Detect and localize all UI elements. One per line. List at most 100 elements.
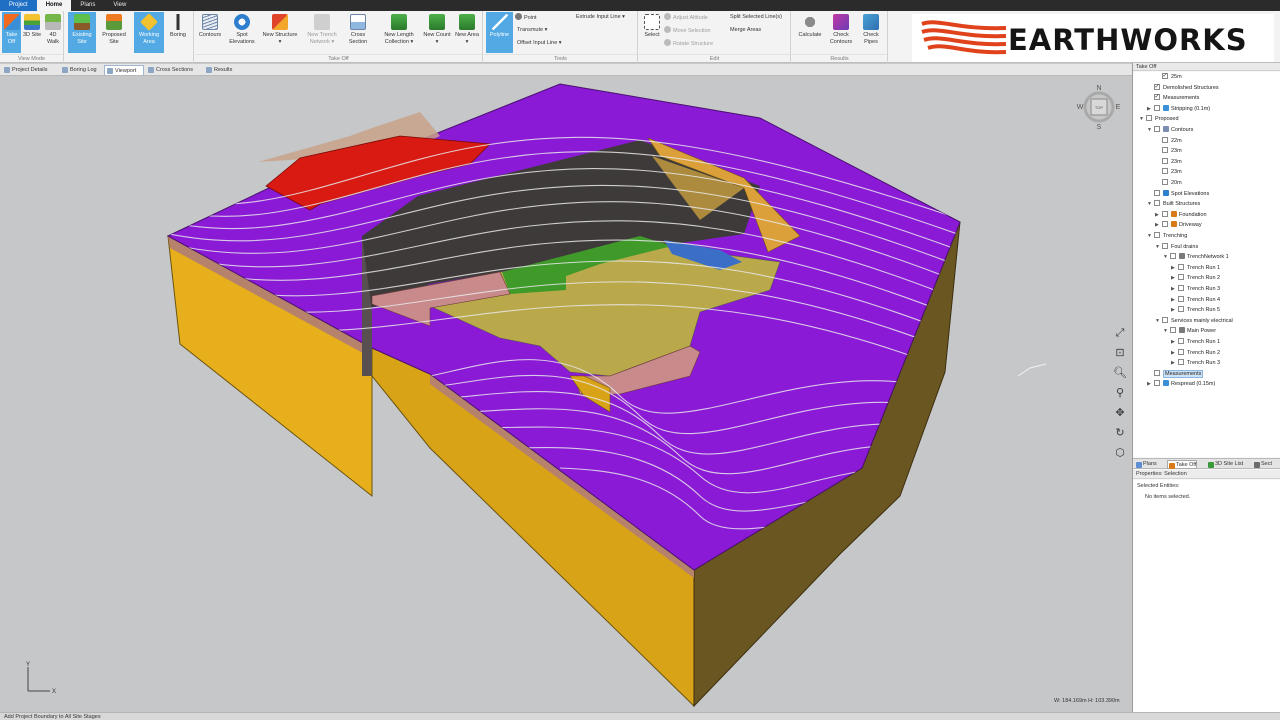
new-length-collection-button[interactable]: New Length Collection ▾ (380, 12, 418, 53)
tree-item-checkbox[interactable] (1178, 348, 1184, 355)
tree-item[interactable]: ▶ Trench Run 1 (1171, 337, 1220, 348)
adjust-altitude-button[interactable]: Adjust Altitude (664, 13, 708, 22)
proposed-site-button[interactable]: Proposed Site (98, 12, 130, 53)
polyline-button[interactable]: Polyline (486, 12, 513, 53)
boring-button[interactable]: Boring (165, 12, 191, 53)
menu-tab-home[interactable]: Home (36, 0, 72, 11)
tree-item[interactable]: 20m (1155, 178, 1182, 189)
tab-viewport[interactable]: Viewport (104, 65, 144, 75)
tree-item-checkbox[interactable] (1178, 306, 1184, 313)
menu-tab-project[interactable]: Project (0, 0, 37, 11)
tree-item[interactable]: ▶ Trench Run 3 (1171, 284, 1220, 295)
tree-item-checkbox[interactable] (1154, 232, 1160, 238)
tree-item-checkbox[interactable] (1154, 92, 1160, 103)
tree-item[interactable]: 23m (1155, 167, 1182, 178)
tab-cross-sections[interactable]: Cross Sections (146, 65, 202, 75)
tree-item-checkbox[interactable] (1154, 82, 1160, 92)
new-area-button[interactable]: New Area ▾ (453, 12, 481, 53)
tree-item-checkbox[interactable] (1154, 369, 1160, 376)
tree-item-checkbox[interactable] (1154, 126, 1160, 132)
expand-arrow-icon[interactable]: ▶ (1147, 104, 1154, 115)
expand-arrow-icon[interactable]: ▶ (1155, 220, 1162, 231)
tree-item-checkbox[interactable] (1162, 221, 1168, 228)
collapse-arrow-icon[interactable]: ▼ (1155, 242, 1162, 253)
transmute-button[interactable]: Transmute ▾ (517, 26, 547, 34)
site-3d-model[interactable] (0, 76, 1132, 712)
pan-icon[interactable]: ✥ (1113, 406, 1127, 420)
rotate-structure-button[interactable]: Rotate Structure (664, 39, 713, 48)
expand-arrow-icon[interactable]: ▶ (1171, 348, 1178, 359)
tree-item[interactable]: ▶ Foundation (1155, 210, 1207, 221)
tree-item-checkbox[interactable] (1162, 179, 1168, 185)
tree-item[interactable]: Measurements (1147, 92, 1199, 104)
cross-section-button[interactable]: Cross Section (345, 12, 371, 53)
collapse-arrow-icon[interactable]: ▼ (1155, 316, 1162, 327)
tree-item-checkbox[interactable] (1162, 316, 1168, 323)
tree-item[interactable]: ▶ Trench Run 4 (1171, 295, 1220, 306)
offset-input-line-button[interactable]: Offset Input Line ▾ (517, 39, 562, 47)
tree-item-checkbox[interactable] (1146, 115, 1152, 122)
tree-item-checkbox[interactable] (1178, 295, 1184, 302)
point-button[interactable]: Point (515, 13, 537, 22)
tree-item-checkbox[interactable] (1162, 147, 1168, 154)
tree-item[interactable]: ▼ Proposed (1139, 114, 1179, 125)
tree-item-checkbox[interactable] (1178, 359, 1184, 366)
expand-arrow-icon[interactable]: ▶ (1147, 379, 1154, 390)
tree-item[interactable]: ▼ Trenching (1147, 231, 1187, 242)
expand-arrow-icon[interactable]: ▶ (1171, 263, 1178, 274)
tree-item[interactable]: ▶ Trench Run 2 (1171, 348, 1220, 359)
take-off-button[interactable]: Take Off (2, 12, 21, 53)
tree-item[interactable]: ▼ Services mainly electrical (1155, 316, 1233, 327)
zoom-icon[interactable]: 🔍︎ (1113, 366, 1127, 380)
collapse-arrow-icon[interactable]: ▼ (1163, 252, 1170, 263)
tree-item-checkbox[interactable] (1178, 338, 1184, 344)
select-button[interactable]: Select (641, 12, 663, 53)
tree-item[interactable]: ▶ Stripping (0.1m) (1147, 104, 1210, 115)
tree-item[interactable]: 22m (1155, 136, 1182, 147)
tree-item-checkbox[interactable] (1162, 210, 1168, 217)
calculate-button[interactable]: Calculate (796, 12, 824, 53)
tree-item-checkbox[interactable] (1178, 274, 1184, 281)
spot-elevations-button[interactable]: Spot Elevations (226, 12, 258, 53)
expand-arrow-icon[interactable]: ▶ (1171, 295, 1178, 306)
tree-item[interactable]: Spot Elevations (1147, 189, 1209, 200)
existing-site-button[interactable]: Existing Site (68, 12, 96, 53)
tab-project-details[interactable]: Project Details (2, 65, 64, 75)
tree-item[interactable]: ▶ Trench Run 2 (1171, 273, 1220, 284)
tree-item[interactable]: ▼ Foul drains (1155, 242, 1198, 253)
panel-tab-sect[interactable]: Sect (1253, 460, 1272, 469)
new-count-button[interactable]: New Count ▾ (423, 12, 451, 53)
tree-item-checkbox[interactable] (1154, 200, 1160, 207)
new-structure-button[interactable]: New Structure ▾ (262, 12, 298, 53)
take-off-tree[interactable]: 25mDemolished StructuresMeasurements▶Str… (1133, 72, 1280, 457)
tree-item[interactable]: ▶ Respread (0.15m) (1147, 379, 1215, 390)
tree-item[interactable]: 23m (1155, 146, 1182, 157)
tree-item-checkbox[interactable] (1162, 136, 1168, 143)
tree-item-checkbox[interactable] (1162, 242, 1168, 249)
tree-item-checkbox[interactable] (1178, 263, 1184, 270)
4d-walk-button[interactable]: 4D Walk (43, 12, 63, 53)
check-pipes-button[interactable]: Check Pipes (857, 12, 885, 53)
3d-viewport[interactable]: N E S W TOP ⤢ ⊡ 🔍︎ ⚲ ✥ ↻ ⬡ Y X W: 184.16… (0, 76, 1132, 712)
view-cube[interactable]: N E S W TOP (1076, 84, 1122, 130)
zoom-out-icon[interactable]: ⚲ (1113, 386, 1127, 400)
tree-item-checkbox[interactable] (1162, 168, 1168, 175)
panel-tab-take-off[interactable]: Take Off (1167, 460, 1198, 469)
menu-tab-plans[interactable]: Plans (71, 0, 104, 11)
expand-arrow-icon[interactable]: ▶ (1171, 284, 1178, 295)
collapse-arrow-icon[interactable]: ▼ (1147, 199, 1154, 210)
tab-results[interactable]: Results (204, 65, 240, 75)
tree-item-checkbox[interactable] (1154, 104, 1160, 111)
collapse-arrow-icon[interactable]: ▼ (1163, 326, 1170, 337)
tree-item-checkbox[interactable] (1162, 157, 1168, 164)
tree-item[interactable]: 23m (1155, 157, 1182, 168)
tree-item-checkbox[interactable] (1154, 189, 1160, 196)
expand-arrow-icon[interactable]: ▶ (1171, 337, 1178, 348)
tree-item[interactable]: ▶ Driveway (1155, 220, 1202, 231)
collapse-arrow-icon[interactable]: ▼ (1147, 125, 1154, 136)
cube-icon[interactable]: ⬡ (1113, 446, 1127, 460)
full-extent-icon[interactable]: ⤢ (1113, 326, 1127, 340)
merge-areas-button[interactable]: Merge Areas (730, 26, 761, 34)
tree-item-checkbox[interactable] (1170, 253, 1176, 260)
expand-arrow-icon[interactable]: ▶ (1171, 273, 1178, 284)
